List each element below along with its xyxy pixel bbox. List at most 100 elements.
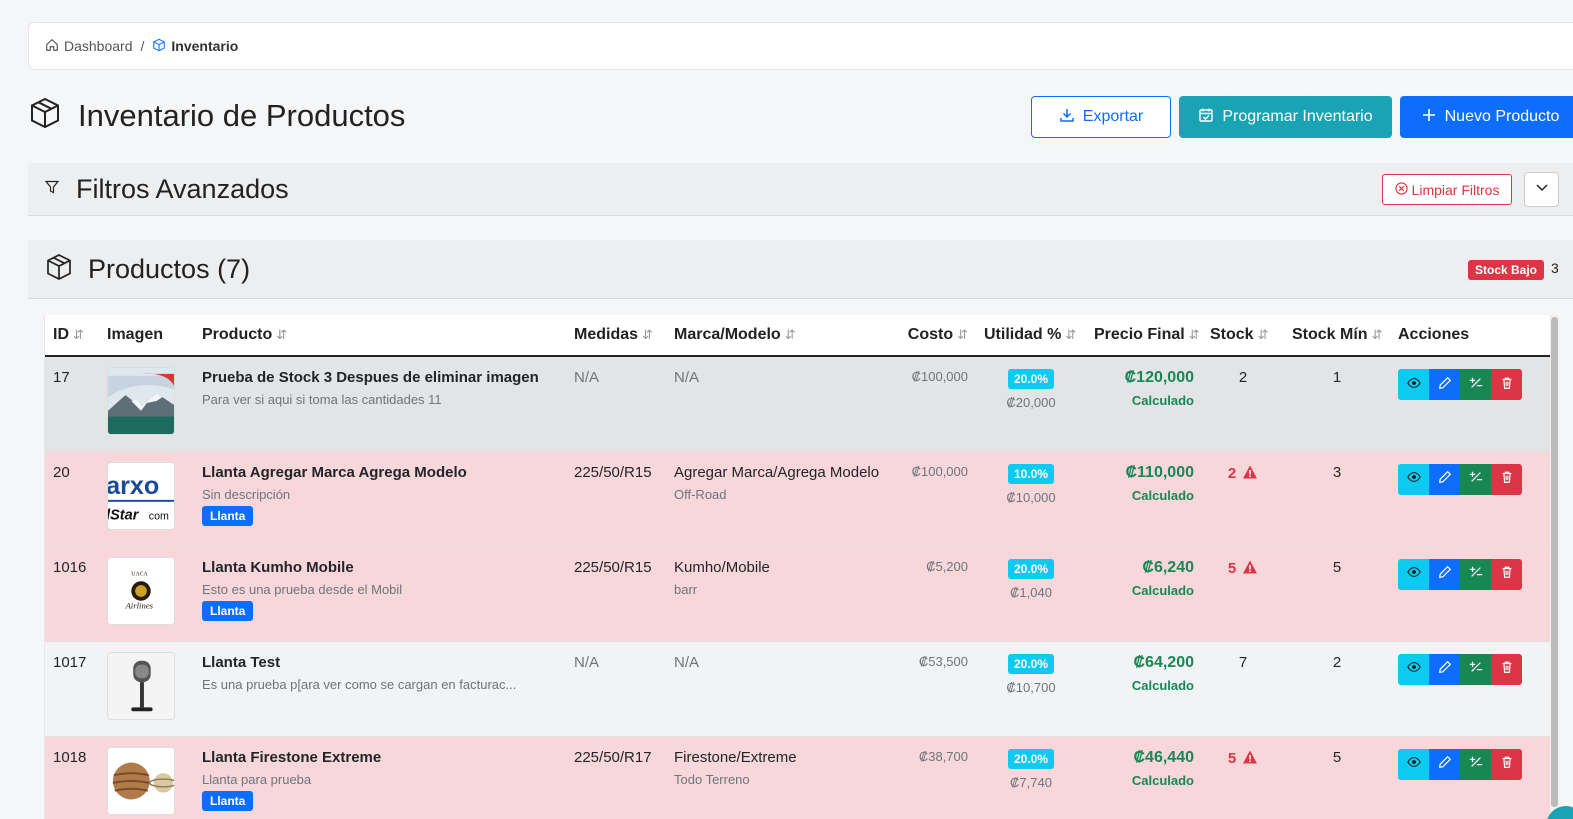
cell-stock: 2	[1202, 451, 1284, 547]
edit-button[interactable]	[1429, 653, 1460, 685]
size-value: 225/50/R15	[574, 558, 652, 576]
delete-button[interactable]	[1491, 748, 1522, 780]
view-button[interactable]	[1398, 653, 1429, 685]
low-stock-count: 3	[1551, 260, 1559, 276]
edit-button[interactable]	[1429, 369, 1460, 400]
sort-icon: ⇵	[784, 327, 796, 342]
brand-model: Agregar Marca/Agrega Modelo	[674, 463, 880, 481]
breadcrumb-home[interactable]: Dashboard	[45, 38, 133, 55]
delete-button[interactable]	[1491, 558, 1522, 590]
price-status: Calculado	[1131, 487, 1194, 503]
product-name[interactable]: Llanta Agregar Marca Agrega Modelo	[202, 464, 558, 481]
category-tag: Llanta	[202, 600, 254, 621]
pencil-icon	[1438, 565, 1452, 583]
cell-stock-min: 1	[1284, 356, 1390, 452]
table-scrollbar[interactable]	[1550, 315, 1559, 819]
eye-icon	[1406, 565, 1421, 583]
price-status: Calculado	[1131, 677, 1194, 693]
category-tag: Llanta	[202, 505, 254, 526]
eye-icon	[1406, 755, 1421, 773]
adjust-stock-button[interactable]	[1460, 653, 1491, 685]
products-table: ID ⇵ Imagen Producto ⇵ Medidas ⇵ Marca/Mode…	[45, 315, 1550, 819]
product-description: Llanta para prueba	[202, 771, 312, 787]
sort-icon: ⇵	[1257, 327, 1269, 342]
product-image[interactable]: UACA Airlines	[107, 556, 175, 625]
cell-id: 20	[45, 451, 99, 547]
breadcrumb: Dashboard / Inventario	[28, 22, 1573, 70]
new-product-button[interactable]: Nuevo Producto	[1400, 96, 1573, 138]
warning-icon	[1242, 464, 1258, 484]
col-header-stock-min[interactable]: Stock Mín ⇵	[1284, 315, 1390, 357]
cell-size: N/A	[566, 356, 666, 452]
col-header-id[interactable]: ID ⇵	[45, 315, 99, 357]
delete-button[interactable]	[1491, 653, 1522, 685]
size-value: N/A	[574, 369, 600, 386]
download-icon	[1059, 107, 1075, 128]
sort-icon: ⇵	[1371, 327, 1383, 342]
col-header-price[interactable]: Precio Final ⇵	[1086, 315, 1202, 357]
product-description: Sin descripción	[202, 486, 291, 502]
cell-size: 225/50/R15	[566, 546, 666, 642]
col-header-stock[interactable]: Stock ⇵	[1202, 315, 1284, 357]
product-name[interactable]: Llanta Test	[202, 654, 558, 671]
schedule-inventory-button[interactable]: Programar Inventario	[1179, 96, 1392, 138]
col-header-util[interactable]: Utilidad % ⇵	[976, 315, 1086, 357]
product-image[interactable]	[107, 367, 175, 435]
table-row[interactable]: 1016 UACA Airlines Llanta Kumho Mobile Es…	[45, 546, 1550, 642]
breadcrumb-home-label: Dashboard	[64, 38, 133, 54]
export-button[interactable]: Exportar	[1031, 96, 1171, 138]
clear-filters-button[interactable]: Limpiar Filtros	[1382, 174, 1512, 205]
cell-cost: ₡5,200	[892, 546, 976, 642]
adjust-stock-button[interactable]	[1460, 463, 1491, 495]
filters-toggle-button[interactable]	[1524, 172, 1559, 207]
svg-text:com: com	[149, 510, 169, 522]
sort-icon: ⇵	[276, 327, 288, 342]
util-badge: 20.0%	[1007, 653, 1055, 674]
col-header-brand[interactable]: Marca/Modelo ⇵	[666, 315, 892, 357]
product-image[interactable]: arxo lStar com	[107, 461, 175, 530]
svg-text:Airlines: Airlines	[124, 600, 153, 610]
edit-button[interactable]	[1429, 748, 1460, 780]
util-amount: ₡20,000	[1006, 395, 1056, 410]
delete-button[interactable]	[1491, 369, 1522, 400]
cell-cost: ₡38,700	[892, 736, 976, 819]
stock-value: 5	[1227, 750, 1237, 767]
model-type: barr	[674, 581, 698, 597]
edit-button[interactable]	[1429, 558, 1460, 590]
model-type: Off-Road	[674, 486, 727, 502]
col-header-size[interactable]: Medidas ⇵	[566, 315, 666, 357]
edit-button[interactable]	[1429, 463, 1460, 495]
product-name[interactable]: Llanta Firestone Extreme	[202, 749, 558, 766]
table-row[interactable]: 17 Prueba de Stock 3 Despues de eliminar…	[45, 356, 1550, 452]
view-button[interactable]	[1398, 463, 1429, 495]
cell-stock: 5	[1202, 546, 1284, 642]
sort-icon: ⇵	[73, 327, 84, 342]
table-row[interactable]: 1017 Llanta Test Es una prueba p[ara ver…	[45, 641, 1550, 737]
col-header-cost[interactable]: Costo ⇵	[892, 315, 976, 357]
product-image[interactable]	[107, 651, 175, 720]
adjust-stock-button[interactable]	[1460, 558, 1491, 590]
products-header: Productos (7) Stock Bajo 3	[28, 240, 1573, 299]
col-header-product[interactable]: Producto ⇵	[194, 315, 566, 357]
low-stock-badge[interactable]: Stock Bajo	[1468, 260, 1545, 280]
product-name[interactable]: Prueba de Stock 3 Despues de eliminar im…	[202, 369, 558, 386]
product-name[interactable]: Llanta Kumho Mobile	[202, 559, 558, 576]
price-status: Calculado	[1131, 393, 1194, 408]
final-price: ₡6,240	[1142, 558, 1194, 576]
view-button[interactable]	[1398, 558, 1429, 590]
view-button[interactable]	[1398, 369, 1429, 400]
adjust-stock-button[interactable]	[1460, 369, 1491, 400]
table-row[interactable]: 20 arxo lStar com Llanta Agregar Marca Agr…	[45, 451, 1550, 547]
stock-value: 2	[1238, 369, 1248, 386]
adjust-stock-button[interactable]	[1460, 748, 1491, 780]
view-button[interactable]	[1398, 748, 1429, 780]
warning-icon	[1242, 559, 1258, 579]
delete-button[interactable]	[1491, 463, 1522, 495]
clear-filters-label: Limpiar Filtros	[1411, 181, 1500, 198]
product-image[interactable]	[107, 746, 175, 815]
category-tag: Llanta	[202, 790, 254, 811]
brand-model: N/A	[674, 653, 700, 671]
table-row[interactable]: 1018 Llanta Firestone Extreme Llanta par…	[45, 736, 1550, 819]
pencil-icon	[1438, 376, 1452, 394]
row-actions	[1398, 369, 1542, 400]
